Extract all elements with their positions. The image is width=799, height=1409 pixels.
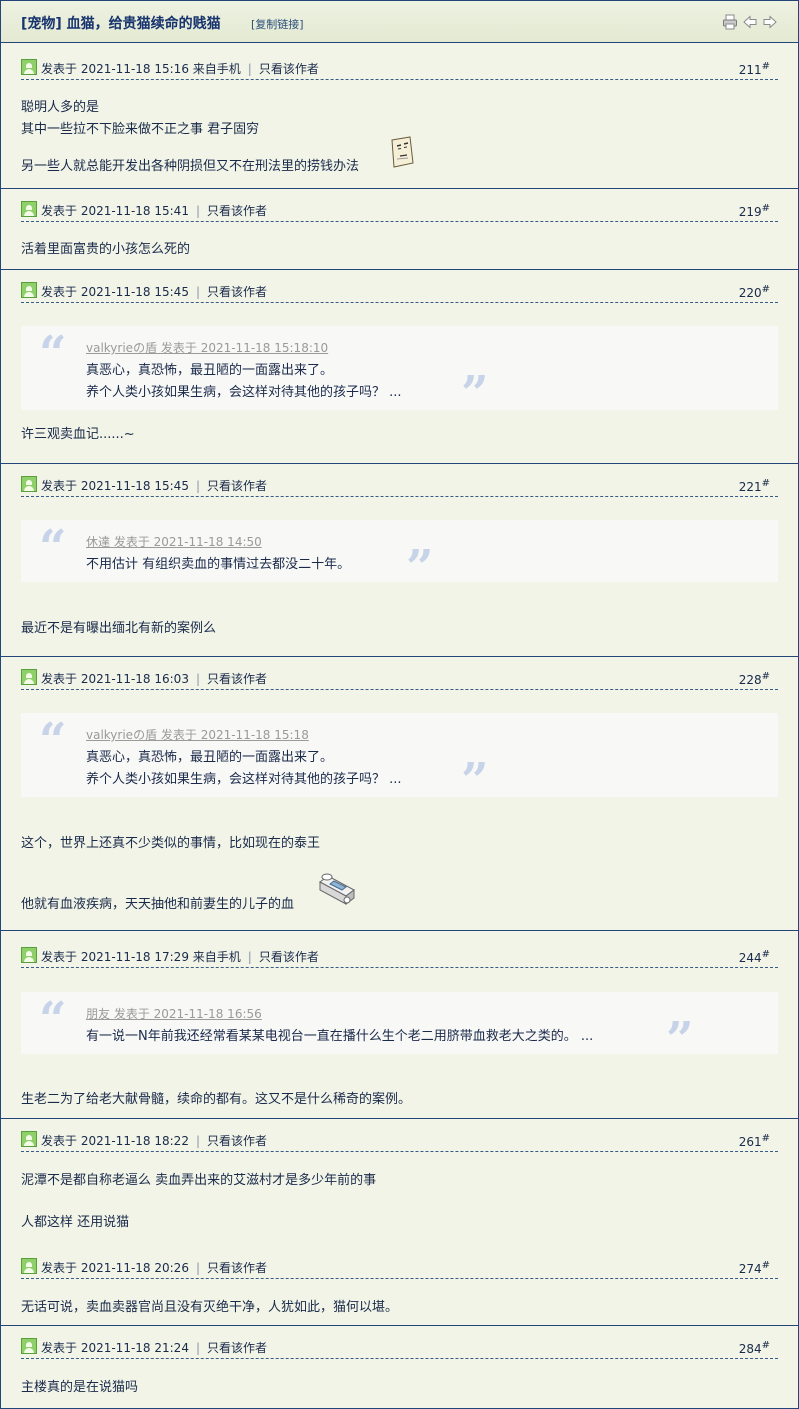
post-divider xyxy=(1,463,798,464)
post-date: 发表于 2021-11-18 18:22 xyxy=(41,1134,189,1148)
quote-text: 不用估计 有组织卖血的事情过去都没二十年。 xyxy=(86,557,351,572)
user-avatar-icon[interactable] xyxy=(21,1258,37,1274)
post-text: 另一些人就总能开发出各种阴损但又不在刑法里的捞钱办法 xyxy=(21,159,360,174)
author-only-link[interactable]: 只看该作者 xyxy=(207,1134,267,1148)
post-date: 发表于 2021-11-18 15:45 xyxy=(41,479,189,493)
post-text: 这个，世界上还真不少类似的事情，比如现在的泰王 xyxy=(21,836,321,851)
author-only-link[interactable]: 只看该作者 xyxy=(207,1261,267,1275)
post-meta: 发表于 2021-11-18 15:41 | 只看该作者 219# xyxy=(21,200,778,222)
post-date: 发表于 2021-11-18 17:29 来自手机 xyxy=(41,950,241,964)
post-date: 发表于 2021-11-18 15:45 xyxy=(41,285,189,299)
quote-author-link[interactable]: valkyrieの盾 发表于 2021-11-18 15:18 xyxy=(86,726,309,743)
floor-number[interactable]: 274# xyxy=(739,1260,770,1276)
post-date: 发表于 2021-11-18 20:26 xyxy=(41,1261,189,1275)
close-quote-icon: ” xyxy=(406,540,434,596)
post-date: 发表于 2021-11-18 15:16 来自手机 xyxy=(41,62,241,76)
author-only-link[interactable]: 只看该作者 xyxy=(207,479,267,493)
quote-block: “ valkyrieの盾 发表于 2021-11-18 15:18 真恶心，真恐… xyxy=(21,713,778,805)
floor-number[interactable]: 220# xyxy=(739,284,770,300)
user-avatar-icon[interactable] xyxy=(21,1131,37,1147)
post-text: 生老二为了给老大献骨髓，续命的都有。这又不是什么稀奇的案例。 xyxy=(21,1092,412,1107)
post-text: 聪明人多的是 xyxy=(21,100,100,115)
post-meta: 发表于 2021-11-18 15:45 | 只看该作者 220# xyxy=(21,281,778,303)
author-only-link[interactable]: 只看该作者 xyxy=(207,672,267,686)
arrow-left-icon[interactable] xyxy=(742,14,758,30)
post-text: 人都这样 还用说猫 xyxy=(21,1215,130,1230)
quote-text: 养个人类小孩如果生病，会这样对待其他的孩子吗？ ... xyxy=(86,772,402,787)
floor-number[interactable]: 221# xyxy=(739,478,770,494)
thread-header: [宠物] 血猫，给贵猫续命的贱猫 [复制链接] xyxy=(1,0,798,43)
author-only-link[interactable]: 只看该作者 xyxy=(207,285,267,299)
post-text: 活着里面富贵的小孩怎么死的 xyxy=(21,242,191,257)
floor-number[interactable]: 261# xyxy=(739,1133,770,1149)
post-divider xyxy=(1,269,798,270)
copy-link-button[interactable]: [复制链接] xyxy=(251,16,304,32)
post-divider xyxy=(1,188,798,189)
author-only-link[interactable]: 只看该作者 xyxy=(207,1341,267,1355)
post-divider xyxy=(1,1118,798,1119)
floor-number[interactable]: 228# xyxy=(739,671,770,687)
post-meta: 发表于 2021-11-18 17:29 来自手机 | 只看该作者 244# xyxy=(21,946,778,968)
close-quote-icon: ” xyxy=(461,753,489,809)
post-meta: 发表于 2021-11-18 21:24 | 只看该作者 284# xyxy=(21,1337,778,1359)
post-text: 其中一些拉不下脸来做不正之事 君子固穷 xyxy=(21,122,260,137)
post-text: 最近不是有曝出缅北有新的案例么 xyxy=(21,621,217,636)
post-text: 泥潭不是都自称老逼么 卖血弄出来的艾滋村才是多少年前的事 xyxy=(21,1173,377,1188)
quote-block: “ 休達 发表于 2021-11-18 14:50 不用估计 有组织卖血的事情过… xyxy=(21,520,778,592)
user-avatar-icon[interactable] xyxy=(21,476,37,492)
post-meta: 发表于 2021-11-18 15:45 | 只看该作者 221# xyxy=(21,475,778,497)
open-quote-icon: “ xyxy=(39,520,67,576)
post-meta: 发表于 2021-11-18 15:16 来自手机 | 只看该作者 211# xyxy=(21,58,778,80)
post-text: 许三观卖血记......~ xyxy=(21,427,135,442)
close-quote-icon: ” xyxy=(461,366,489,422)
quote-text: 真恶心，真恐怖，最丑陋的一面露出来了。 xyxy=(86,363,334,378)
author-only-link[interactable]: 只看该作者 xyxy=(259,950,319,964)
post-meta: 发表于 2021-11-18 18:22 | 只看该作者 261# xyxy=(21,1130,778,1152)
post-date: 发表于 2021-11-18 21:24 xyxy=(41,1341,189,1355)
post-divider xyxy=(1,1325,798,1326)
quote-block: “ valkyrieの盾 发表于 2021-11-18 15:18:10 真恶心… xyxy=(21,326,778,418)
user-avatar-icon[interactable] xyxy=(21,947,37,963)
open-quote-icon: “ xyxy=(39,992,67,1048)
user-avatar-icon[interactable] xyxy=(21,201,37,217)
post-divider xyxy=(1,656,798,657)
arrow-right-icon[interactable] xyxy=(762,14,778,30)
post-meta: 发表于 2021-11-18 16:03 | 只看该作者 228# xyxy=(21,668,778,690)
print-icon[interactable] xyxy=(722,14,738,30)
quote-text: 有一说一N年前我还经常看某某电视台一直在播什么生个老二用脐带血救老大之类的。 .… xyxy=(86,1029,594,1044)
author-only-link[interactable]: 只看该作者 xyxy=(207,204,267,218)
user-avatar-icon[interactable] xyxy=(21,1338,37,1354)
user-avatar-icon[interactable] xyxy=(21,282,37,298)
quote-text: 养个人类小孩如果生病，会这样对待其他的孩子吗？ ... xyxy=(86,385,402,400)
thread-page: [宠物] 血猫，给贵猫续命的贱猫 [复制链接] 发表于 2021-11-18 1… xyxy=(0,0,799,1409)
post-text: 无话可说，卖血卖器官尚且没有灭绝干净，人犹如此，猫何以堪。 xyxy=(21,1300,399,1315)
thread-tools xyxy=(722,14,778,30)
quote-block: “ 朋友 发表于 2021-11-18 16:56 有一说一N年前我还经常看某某… xyxy=(21,992,778,1064)
author-only-link[interactable]: 只看该作者 xyxy=(259,62,319,76)
post-divider xyxy=(1,930,798,931)
post-text: 他就有血液疾病，天天抽他和前妻生的儿子的血 xyxy=(21,897,295,912)
quote-author-link[interactable]: 休達 发表于 2021-11-18 14:50 xyxy=(86,533,262,550)
post-meta: 发表于 2021-11-18 20:26 | 只看该作者 274# xyxy=(21,1257,778,1279)
floor-number[interactable]: 244# xyxy=(739,949,770,965)
post-text: 主楼真的是在说猫吗 xyxy=(21,1380,139,1395)
floor-number[interactable]: 219# xyxy=(739,203,770,219)
thread-title: [宠物] 血猫，给贵猫续命的贱猫 xyxy=(21,16,221,32)
user-avatar-icon[interactable] xyxy=(21,59,37,75)
quote-text: 真恶心，真恐怖，最丑陋的一面露出来了。 xyxy=(86,750,334,765)
quote-author-link[interactable]: valkyrieの盾 发表于 2021-11-18 15:18:10 xyxy=(86,339,328,356)
floor-number[interactable]: 211# xyxy=(739,61,770,77)
post-date: 发表于 2021-11-18 15:41 xyxy=(41,204,189,218)
close-quote-icon: ” xyxy=(666,1012,694,1068)
open-quote-icon: “ xyxy=(39,326,67,382)
post-date: 发表于 2021-11-18 16:03 xyxy=(41,672,189,686)
face-emoticon-icon xyxy=(389,136,415,171)
user-avatar-icon[interactable] xyxy=(21,669,37,685)
bed-emoticon-icon xyxy=(316,868,358,913)
open-quote-icon: “ xyxy=(39,713,67,769)
quote-author-link[interactable]: 朋友 发表于 2021-11-18 16:56 xyxy=(86,1005,262,1022)
floor-number[interactable]: 284# xyxy=(739,1340,770,1356)
